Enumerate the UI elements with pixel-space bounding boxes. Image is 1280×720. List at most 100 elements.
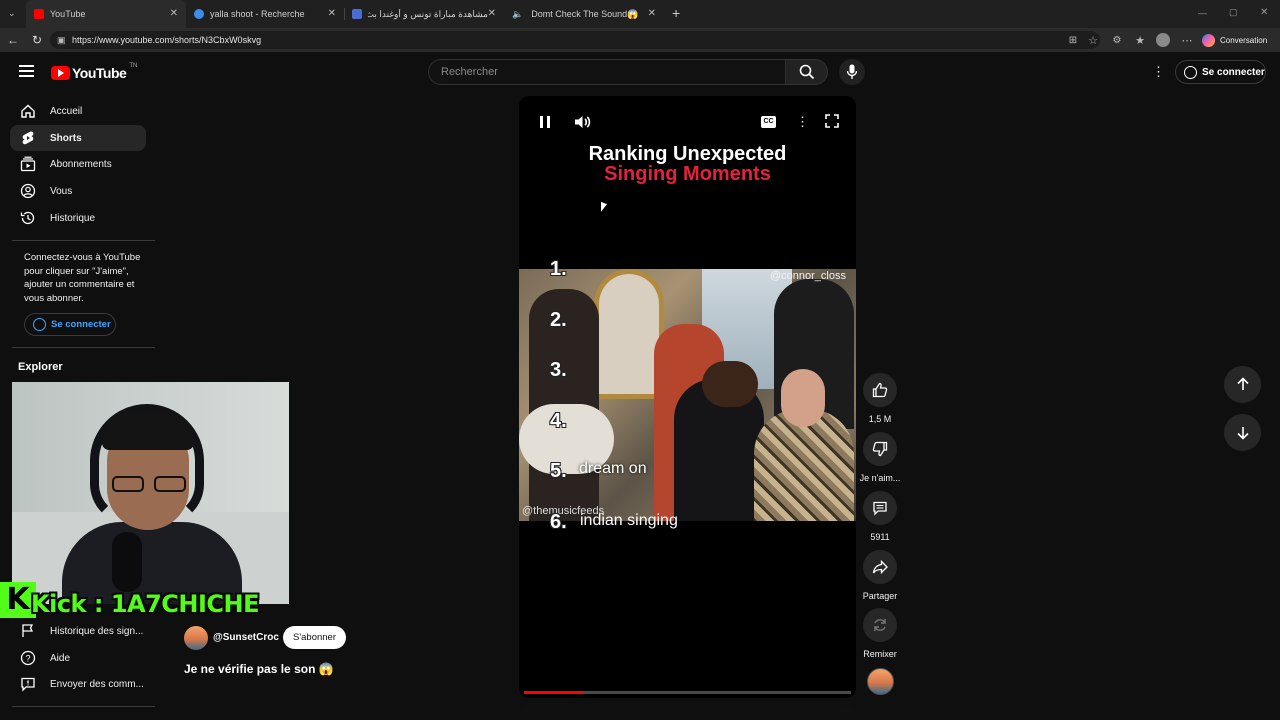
help-icon: ? (20, 650, 36, 666)
rank-6: 6. (550, 511, 567, 533)
sidebar-item-report-history[interactable]: Historique des sign... (10, 618, 146, 644)
user-icon (20, 183, 36, 199)
url-field[interactable]: ▣ https://www.youtube.com/shorts/N3CbxW0… (50, 31, 1100, 49)
minimize-icon[interactable]: — (1198, 8, 1207, 18)
tab-list-chevron-icon[interactable]: ⌄ (8, 8, 20, 20)
mouse-cursor-icon (601, 201, 607, 215)
youtube-logo[interactable]: YouTube TN (51, 63, 137, 82)
sidebar-signin-button[interactable]: Se connecter (24, 313, 116, 336)
app-icon[interactable]: ⊞ (1066, 33, 1080, 47)
more-icon[interactable]: ⋯ (1180, 33, 1194, 47)
youtube-play-logo-icon (51, 66, 70, 80)
arrow-up-icon (1237, 377, 1249, 390)
channel-avatar[interactable] (184, 626, 208, 650)
shorts-player[interactable]: CC ⋮ Ranking Unexpected Singing Moments … (519, 96, 856, 698)
close-window-icon[interactable]: ✕ (1260, 7, 1268, 18)
extensions-icon[interactable]: ⚙ (1110, 33, 1124, 47)
microphone-icon (846, 64, 858, 79)
browser-tab-strip: ⌄ YouTube ✕ yalla shoot - Recherche ✕ مش… (0, 0, 1280, 28)
tab-label: yalla shoot - Recherche (210, 9, 305, 19)
boy-hair (702, 361, 758, 407)
sidebar-item-historique[interactable]: Historique (10, 205, 146, 231)
tab-match[interactable]: مشاهدة مباراة تونس و أوغندا بث مباشر ✕ (344, 0, 504, 28)
share-button[interactable] (863, 550, 897, 584)
speaker-icon: 🔈 (512, 8, 524, 19)
like-button[interactable] (863, 373, 897, 407)
sidebar-item-label: Envoyer des comm... (50, 679, 144, 690)
close-tab-icon[interactable]: ✕ (488, 8, 496, 19)
comment-icon (873, 501, 887, 516)
sidebar-item-label: Vous (50, 186, 73, 197)
user-circle-icon (33, 318, 46, 331)
close-tab-icon[interactable]: ✕ (328, 8, 336, 19)
arrow-down-icon (1237, 427, 1249, 440)
pause-button[interactable] (538, 114, 552, 130)
maximize-icon[interactable]: ▢ (1229, 7, 1238, 18)
sidebar-item-aide[interactable]: ? Aide (10, 645, 146, 671)
tab-video[interactable]: 🔈 Domt Check The Sound😱 ✕ (504, 0, 664, 28)
favorite-star-icon[interactable]: ☆ (1086, 33, 1100, 47)
remix-button[interactable] (863, 608, 897, 642)
close-tab-icon[interactable]: ✕ (170, 8, 178, 19)
watermark-connor: @connor_closs (770, 270, 846, 282)
sidebar-item-accueil[interactable]: Accueil (10, 98, 146, 124)
comments-action[interactable]: 5911 (862, 491, 898, 542)
signin-label: Se connecter (1202, 66, 1265, 78)
sidebar-item-label: Historique (50, 213, 96, 224)
home-icon (21, 104, 35, 118)
progress-fill (524, 691, 583, 694)
site-info-icon: ▣ (57, 35, 66, 45)
close-tab-icon[interactable]: ✕ (648, 8, 656, 19)
sidebar-item-feedback[interactable]: Envoyer des comm... (10, 671, 146, 697)
menu-icon[interactable] (19, 63, 34, 77)
progress-track[interactable] (524, 691, 851, 694)
remix-action[interactable]: Remixer (858, 608, 902, 659)
search-input[interactable]: Rechercher (428, 59, 786, 85)
copilot-button[interactable]: Conversation (1202, 32, 1276, 48)
sidebar-item-vous[interactable]: Vous (10, 178, 146, 204)
thumbs-down-icon (872, 441, 888, 457)
previous-short-button[interactable] (1224, 366, 1261, 403)
next-short-button[interactable] (1224, 414, 1261, 451)
like-action[interactable]: 1,5 M (862, 373, 898, 424)
sidebar-item-abonnements[interactable]: Abonnements (10, 151, 146, 177)
logo-text: YouTube (72, 65, 127, 81)
dislike-action[interactable]: Je n'aim... (858, 432, 902, 483)
feedback-icon (21, 677, 35, 692)
back-icon[interactable]: ← (6, 33, 20, 47)
favorites-icon[interactable]: ★ (1133, 33, 1147, 47)
share-action[interactable]: Partager (858, 550, 902, 601)
pause-icon (540, 116, 550, 128)
tab-youtube[interactable]: YouTube ✕ (26, 0, 186, 28)
volume-button[interactable] (574, 114, 592, 130)
profile-avatar[interactable] (1156, 33, 1170, 47)
volume-icon (575, 116, 591, 128)
glasses-icon (112, 476, 186, 494)
tab-label: مشاهدة مباراة تونس و أوغندا بث مباشر (368, 8, 488, 19)
player-more-icon[interactable]: ⋮ (796, 114, 809, 130)
tab-search[interactable]: yalla shoot - Recherche ✕ (186, 0, 344, 28)
remix-icon (874, 619, 886, 631)
dislike-button[interactable] (863, 432, 897, 466)
remix-label: Remixer (863, 649, 897, 659)
signin-button[interactable]: Se connecter (1175, 60, 1266, 84)
subscribe-button[interactable]: S'abonner (283, 626, 346, 649)
sidebar-item-shorts[interactable]: Shorts (10, 125, 146, 151)
sound-avatar[interactable] (867, 668, 894, 695)
fullscreen-icon[interactable] (825, 114, 839, 128)
new-tab-icon[interactable]: + (672, 5, 680, 21)
captions-button[interactable]: CC (761, 116, 776, 128)
voice-search-button[interactable] (839, 59, 865, 85)
rank-2: 2. (550, 309, 567, 331)
youtube-favicon-icon (34, 9, 44, 19)
streamer-hair (102, 410, 194, 450)
search-button[interactable] (786, 59, 828, 85)
sidebar-item-label: Abonnements (50, 159, 112, 170)
comments-button[interactable] (863, 491, 897, 525)
browser-address-bar: ← ↻ ▣ https://www.youtube.com/shorts/N3C… (0, 28, 1280, 52)
channel-handle[interactable]: @SunsetCroc (213, 632, 279, 643)
sidebar-item-label: Aide (50, 653, 71, 664)
settings-menu-icon[interactable]: ⋮ (1152, 65, 1165, 79)
tab-label: Domt Check The Sound😱 (531, 8, 639, 19)
refresh-icon[interactable]: ↻ (30, 33, 44, 47)
